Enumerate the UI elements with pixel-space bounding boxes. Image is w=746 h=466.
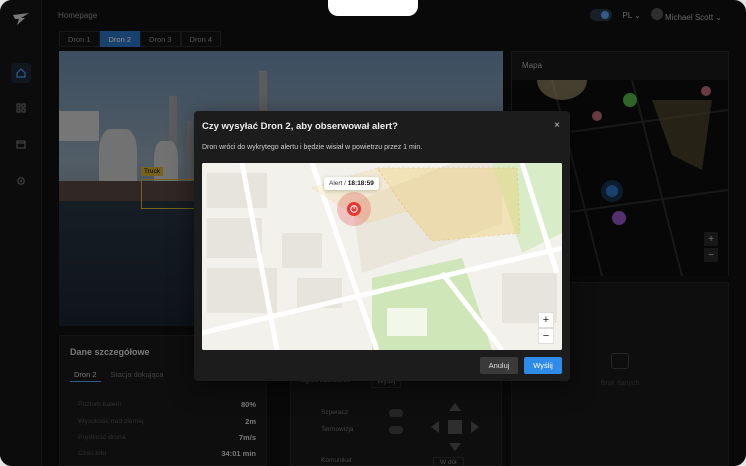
street-map bbox=[202, 163, 562, 350]
camera-notch bbox=[328, 0, 418, 16]
modal-map[interactable]: Alert / 18:18:59 + − bbox=[202, 163, 562, 350]
cancel-button[interactable]: Anuluj bbox=[480, 357, 518, 374]
zoom-in-button[interactable]: + bbox=[538, 312, 554, 328]
app-window: Homepage PL ⌄ Michael Scott ⌄ Dron 1 Dro… bbox=[0, 0, 746, 466]
alert-time: 18:18:59 bbox=[347, 180, 374, 187]
confirm-modal: Czy wysyłać Dron 2, aby obserwował alert… bbox=[194, 111, 570, 381]
alert-prefix: Alert / bbox=[329, 180, 348, 187]
modal-description: Dron wróci do wykrytego alertu i będzie … bbox=[202, 144, 423, 151]
send-button[interactable]: Wyślij bbox=[524, 357, 562, 374]
alert-tooltip: Alert / 18:18:59 bbox=[324, 177, 379, 190]
close-icon[interactable]: × bbox=[554, 120, 560, 131]
zoom-out-button[interactable]: − bbox=[538, 328, 554, 344]
modal-title: Czy wysyłać Dron 2, aby obserwował alert… bbox=[202, 121, 398, 132]
